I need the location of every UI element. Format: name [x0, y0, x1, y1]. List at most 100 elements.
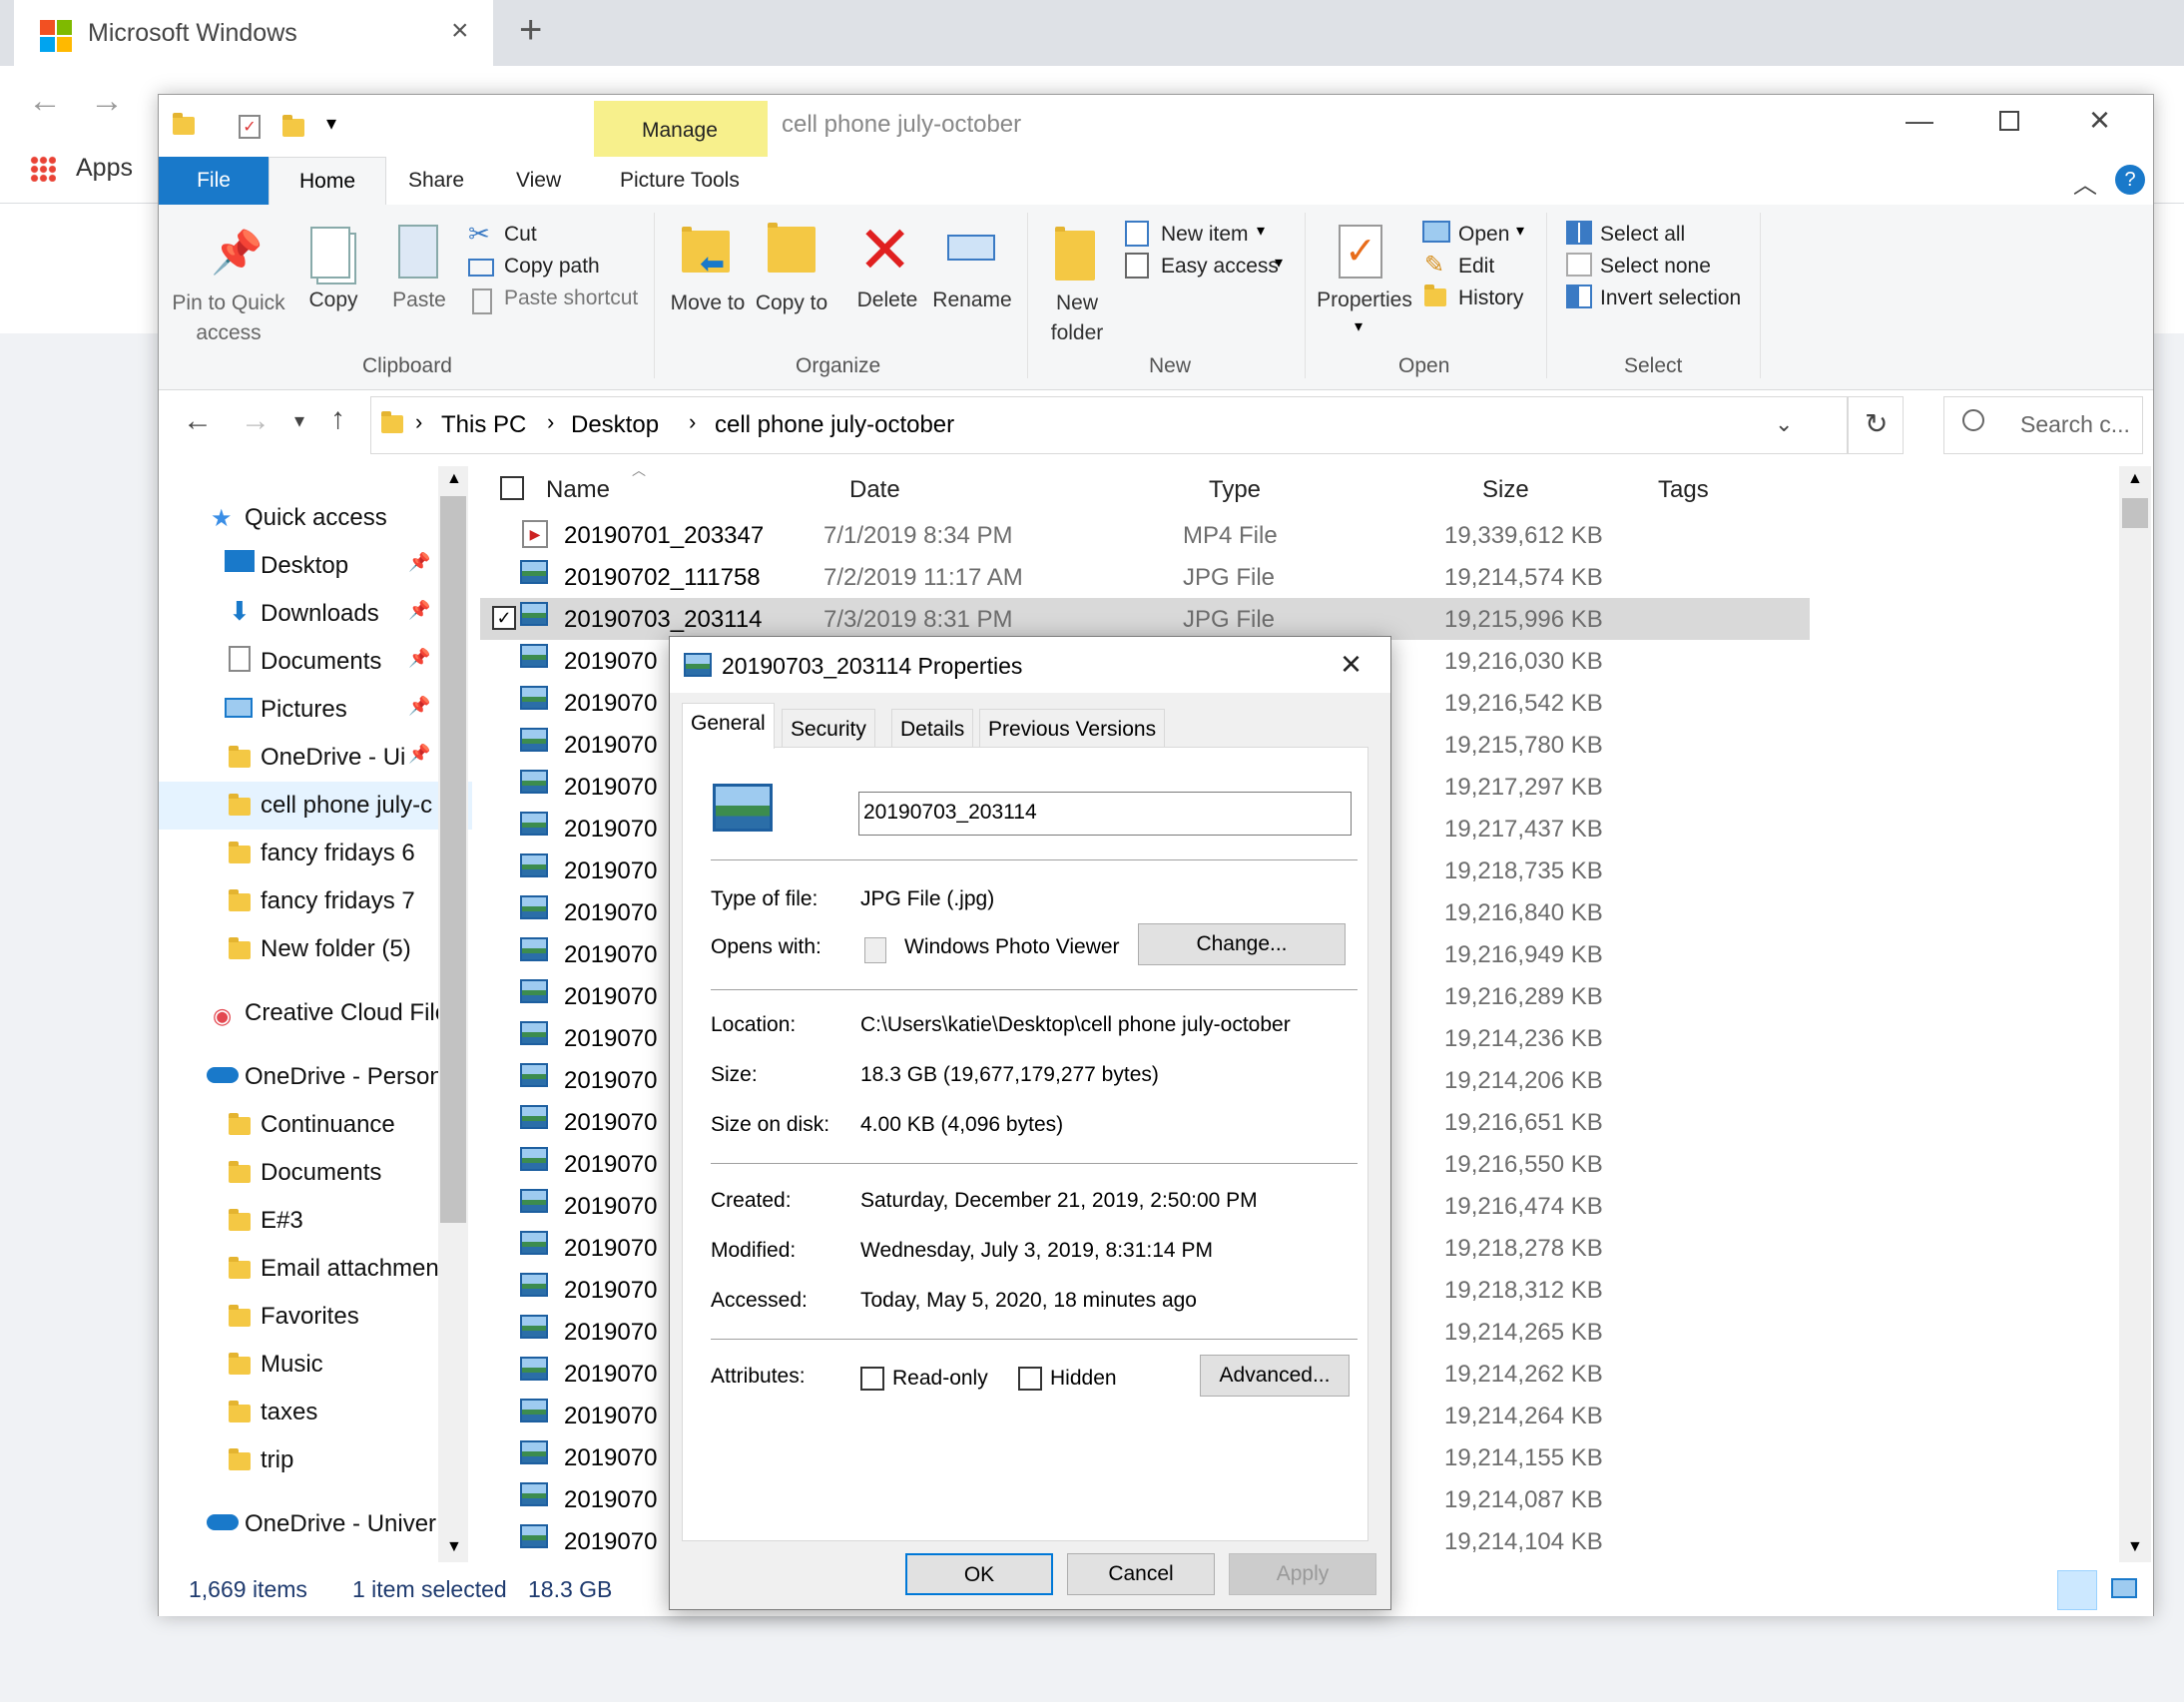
tab-general[interactable]: General — [682, 703, 775, 749]
maximize-icon[interactable] — [1999, 111, 2019, 131]
table-row[interactable]: 20190702_111758 7/2/2019 11:17 AM JPG File… — [480, 556, 1810, 598]
list-scrollbar[interactable]: ▲ ▼ — [2119, 466, 2151, 1562]
address-dropdown-icon[interactable]: ⌄ — [1775, 411, 1793, 437]
nav-trip[interactable]: trip — [261, 1446, 293, 1474]
easy-access-button[interactable]: Easy access — [1161, 255, 1279, 279]
tab-security[interactable]: Security — [782, 709, 875, 749]
tab-picture-tools[interactable]: Picture Tools — [620, 169, 740, 193]
nav-documents[interactable]: Documents — [261, 648, 381, 676]
change-button[interactable]: Change... — [1138, 923, 1346, 965]
column-type[interactable]: Type — [1209, 476, 1261, 504]
tab-details[interactable]: Details — [891, 709, 974, 749]
new-folder-button[interactable]: New folder — [1037, 288, 1117, 348]
scroll-up-icon[interactable]: ▲ — [2127, 470, 2143, 488]
tab-home[interactable]: Home — [269, 157, 386, 205]
nav-onedrive-univ[interactable]: OneDrive - Univer — [245, 1510, 436, 1538]
delete-button[interactable]: Delete — [847, 288, 927, 312]
cut-button[interactable]: Cut — [504, 223, 537, 247]
nav-e3[interactable]: E#3 — [261, 1207, 303, 1235]
scroll-up-icon[interactable]: ▲ — [446, 470, 462, 488]
close-window-icon[interactable]: × — [2089, 99, 2110, 141]
close-tab-icon[interactable]: × — [451, 14, 469, 48]
cancel-button[interactable]: Cancel — [1067, 1553, 1215, 1595]
apps-grid-icon[interactable] — [30, 156, 56, 182]
scroll-down-icon[interactable]: ▼ — [446, 1538, 462, 1556]
nav-cell-phone-folder[interactable]: cell phone july-c — [261, 792, 432, 820]
nav-desktop[interactable]: Desktop — [261, 552, 348, 580]
select-all-button[interactable]: Select all — [1600, 223, 1685, 247]
table-row[interactable]: ✓ 20190703_203114 7/3/2019 8:31 PM JPG File… — [480, 598, 1810, 640]
new-tab-icon[interactable]: + — [519, 8, 542, 53]
invert-selection-button[interactable]: Invert selection — [1600, 286, 1741, 310]
apps-bookmark[interactable]: Apps — [76, 154, 133, 183]
tab-view[interactable]: View — [516, 169, 561, 193]
column-name[interactable]: Name — [546, 476, 610, 504]
column-size[interactable]: Size — [1482, 476, 1529, 504]
new-folder-quick-icon[interactable] — [282, 115, 304, 140]
advanced-button[interactable]: Advanced... — [1200, 1355, 1350, 1397]
customize-quick-access-icon[interactable]: ▾ — [326, 111, 336, 136]
properties-dropdown-icon[interactable]: ▾ — [1355, 316, 1363, 336]
nav-taxes[interactable]: taxes — [261, 1399, 317, 1426]
nav-email-attachments[interactable]: Email attachmen — [261, 1255, 439, 1283]
paste-button[interactable]: Paste — [384, 288, 454, 312]
search-box[interactable]: Search c... — [1943, 396, 2143, 454]
details-view-icon[interactable] — [2057, 1570, 2097, 1610]
address-bar[interactable]: › This PC › Desktop › cell phone july-oc… — [370, 396, 1848, 454]
nav-scrollbar-thumb[interactable] — [440, 496, 466, 1223]
browser-tab[interactable]: Microsoft Windows × — [14, 0, 493, 66]
tab-share[interactable]: Share — [408, 169, 464, 193]
ok-button[interactable]: OK — [905, 1553, 1053, 1595]
paste-shortcut-button[interactable]: Paste shortcut — [504, 286, 638, 310]
nav-music[interactable]: Music — [261, 1351, 323, 1379]
hidden-checkbox[interactable] — [1018, 1367, 1042, 1391]
nav-new-folder-5[interactable]: New folder (5) — [261, 935, 411, 963]
readonly-label[interactable]: Read-only — [892, 1367, 988, 1391]
breadcrumb-desktop[interactable]: Desktop — [571, 411, 659, 439]
nav-onedrive-personal[interactable]: OneDrive - Person — [245, 1063, 443, 1091]
back-arrow-icon[interactable]: ← — [183, 404, 213, 438]
table-row[interactable]: ▶ 20190701_203347 7/1/2019 8:34 PM MP4 File… — [480, 514, 1810, 556]
readonly-checkbox[interactable] — [860, 1367, 884, 1391]
column-date[interactable]: Date — [849, 476, 900, 504]
list-scrollbar-thumb[interactable] — [2122, 498, 2148, 528]
move-to-button[interactable]: Move to — [668, 288, 748, 318]
refresh-button[interactable]: ↻ — [1848, 396, 1904, 454]
rename-button[interactable]: Rename — [927, 288, 1017, 312]
recent-locations-icon[interactable]: ▾ — [294, 408, 304, 433]
row-checkbox[interactable]: ✓ — [492, 606, 516, 630]
hidden-label[interactable]: Hidden — [1050, 1367, 1117, 1391]
back-icon[interactable]: ← — [28, 82, 62, 121]
collapse-ribbon-icon[interactable]: ︿ — [2073, 165, 2097, 200]
column-tags[interactable]: Tags — [1658, 476, 1709, 504]
breadcrumb-current-folder[interactable]: cell phone july-october — [715, 411, 954, 439]
pin-to-quick-access-button[interactable]: Pin to Quick access — [169, 288, 288, 348]
nav-continuance[interactable]: Continuance — [261, 1111, 395, 1139]
minimize-icon[interactable]: — — [1906, 105, 1933, 137]
nav-downloads[interactable]: Downloads — [261, 600, 379, 628]
nav-onedrive-ui[interactable]: OneDrive - Ui — [261, 744, 405, 772]
nav-fancy-fridays-6[interactable]: fancy fridays 6 — [261, 840, 415, 867]
nav-fancy-fridays-7[interactable]: fancy fridays 7 — [261, 887, 415, 915]
help-icon[interactable]: ? — [2115, 165, 2145, 195]
nav-creative-cloud[interactable]: Creative Cloud File — [245, 999, 448, 1027]
easy-access-dropdown-icon[interactable]: ▾ — [1275, 253, 1283, 273]
forward-arrow-icon[interactable]: → — [241, 404, 271, 438]
forward-icon[interactable]: → — [90, 82, 124, 121]
history-button[interactable]: History — [1458, 286, 1523, 310]
tab-previous-versions[interactable]: Previous Versions — [979, 709, 1166, 749]
apply-button[interactable]: Apply — [1229, 1553, 1376, 1595]
nav-pictures[interactable]: Pictures — [261, 696, 347, 724]
large-icons-view-icon[interactable] — [2111, 1578, 2137, 1598]
new-item-dropdown-icon[interactable]: ▾ — [1257, 221, 1265, 241]
nav-scrollbar[interactable]: ▲ ▼ — [438, 466, 468, 1562]
nav-od-documents[interactable]: Documents — [261, 1159, 381, 1187]
select-none-button[interactable]: Select none — [1600, 255, 1711, 279]
properties-button[interactable]: Properties — [1315, 288, 1414, 312]
nav-favorites[interactable]: Favorites — [261, 1303, 359, 1331]
up-arrow-icon[interactable]: ↑ — [330, 402, 345, 436]
breadcrumb-this-pc[interactable]: This PC — [441, 411, 526, 439]
open-dropdown-icon[interactable]: ▾ — [1516, 221, 1524, 241]
tab-file[interactable]: File — [159, 157, 269, 205]
copy-path-button[interactable]: Copy path — [504, 255, 600, 279]
